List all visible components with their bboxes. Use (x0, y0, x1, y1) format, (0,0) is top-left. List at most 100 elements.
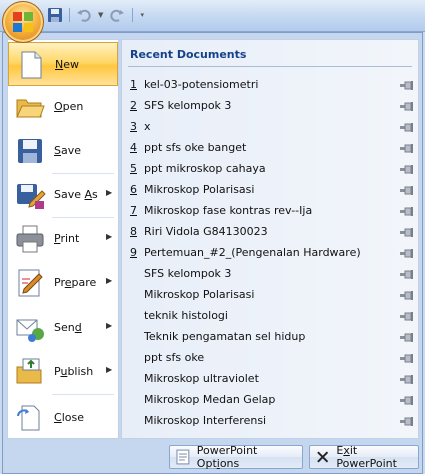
recent-document-item[interactable]: Mikroskop ultraviolet (122, 368, 418, 389)
document-name: Mikroskop Interferensi (144, 414, 267, 427)
menu-item-open[interactable]: Open (8, 85, 118, 129)
pin-icon[interactable] (400, 374, 414, 384)
menu-item-label: Send (54, 321, 82, 334)
pin-icon[interactable] (400, 332, 414, 342)
recent-document-item[interactable]: 7 Mikroskop fase kontras rev--Ija (122, 200, 418, 221)
document-name: Mikroskop Medan Gelap (144, 393, 276, 406)
pin-icon[interactable] (400, 185, 414, 195)
recent-document-item[interactable]: Teknik pengamatan sel hidup (122, 326, 418, 347)
menu-item-label: New (55, 58, 79, 71)
document-name: Pertemuan_#2_(Pengenalan Hardware) (144, 246, 361, 259)
pin-icon[interactable] (400, 395, 414, 405)
document-name: Mikroskop Polarisasi (144, 183, 255, 196)
recent-documents-title: Recent Documents (130, 48, 247, 61)
recent-document-item[interactable]: 1 kel-03-potensiometri (122, 74, 418, 95)
command-list: New Open Save Save As ▶ Print ▶ Prepare ▶ Send ▶ Pu… (7, 39, 119, 439)
pin-icon[interactable] (400, 80, 414, 90)
exit-label: Exit PowerPoint (336, 444, 418, 470)
menu-item-label: Save (54, 144, 82, 157)
submenu-arrow-icon: ▶ (106, 188, 113, 197)
document-number: 3 (130, 120, 137, 133)
exit-x-icon (317, 451, 329, 463)
printer-icon (14, 223, 46, 255)
document-number: 4 (130, 141, 137, 154)
powerpoint-options-button[interactable]: PowerPoint Options (169, 444, 303, 470)
document-name: teknik histologi (144, 309, 228, 322)
recent-document-item[interactable]: 8 Riri Vidola G84130023 (122, 221, 418, 242)
redo-icon (110, 9, 124, 22)
prepare-pen-icon (14, 267, 46, 299)
office-button[interactable] (2, 1, 44, 43)
menu-footer: PowerPoint Options Exit PowerPoint (3, 441, 422, 473)
recent-document-item[interactable]: 4 ppt sfs oke banget (122, 137, 418, 158)
pin-icon[interactable] (400, 290, 414, 300)
submenu-arrow-icon: ▶ (106, 321, 113, 330)
customize-toolbar-icon[interactable]: ▾ (138, 11, 146, 19)
recent-document-item[interactable]: 5 ppt mikroskop cahaya (122, 158, 418, 179)
menu-item-print[interactable]: Print ▶ (8, 217, 118, 261)
pin-icon[interactable] (400, 164, 414, 174)
undo-dropdown-arrow[interactable]: ▼ (97, 11, 105, 19)
toolbar-separator (131, 8, 133, 22)
pin-icon[interactable] (400, 416, 414, 426)
document-name: ppt sfs oke banget (144, 141, 247, 154)
office-menu: New Open Save Save As ▶ Print ▶ Prepare ▶ Send ▶ Pu… (2, 32, 423, 474)
document-name: x (144, 120, 151, 133)
pin-icon[interactable] (400, 227, 414, 237)
new-document-icon (15, 49, 47, 81)
menu-item-publish[interactable]: Publish ▶ (8, 350, 118, 394)
redo-button[interactable] (109, 6, 126, 24)
menu-item-new[interactable]: New (8, 42, 118, 86)
document-name: Mikroskop fase kontras rev--Ija (144, 204, 313, 217)
document-name: ppt sfs oke (144, 351, 205, 364)
menu-item-label: Print (54, 232, 80, 245)
recent-document-item[interactable]: ppt sfs oke (122, 347, 418, 368)
open-folder-icon (14, 91, 46, 123)
recent-documents-pane: Recent Documents 1 kel-03-potensiometri 2 S… (121, 39, 419, 439)
pin-icon[interactable] (400, 269, 414, 279)
document-name: Riri Vidola G84130023 (144, 225, 268, 238)
menu-item-label: Prepare (54, 276, 97, 289)
pin-icon[interactable] (400, 122, 414, 132)
document-number: 9 (130, 246, 137, 259)
undo-button[interactable] (76, 6, 93, 24)
pin-icon[interactable] (400, 143, 414, 153)
pin-icon[interactable] (400, 101, 414, 111)
document-name: SFS kelompok 3 (144, 99, 232, 112)
options-label: PowerPoint Options (197, 444, 302, 470)
pin-icon[interactable] (400, 311, 414, 321)
menu-item-send[interactable]: Send ▶ (8, 306, 118, 350)
recent-document-item[interactable]: Mikroskop Medan Gelap (122, 389, 418, 410)
pin-icon[interactable] (400, 248, 414, 258)
pin-icon[interactable] (400, 353, 414, 363)
office-logo-icon (13, 12, 33, 32)
recent-document-item[interactable]: teknik histologi (122, 305, 418, 326)
document-number: 6 (130, 183, 137, 196)
toolbar-separator (69, 8, 70, 22)
recent-document-item[interactable]: 3x (122, 116, 418, 137)
menu-item-prepare[interactable]: Prepare ▶ (8, 261, 118, 305)
save-quick-button[interactable] (46, 6, 63, 24)
menu-item-label: Close (54, 411, 84, 424)
document-name: Mikroskop Polarisasi (144, 288, 255, 301)
recent-document-item[interactable]: Mikroskop Polarisasi (122, 284, 418, 305)
menu-divider (52, 394, 114, 395)
menu-item-close[interactable]: Close (8, 396, 118, 440)
menu-item-label: Open (54, 100, 84, 113)
document-number: 7 (130, 204, 137, 217)
menu-item-save[interactable]: Save (8, 129, 118, 173)
recent-document-item[interactable]: 2 SFS kelompok 3 (122, 95, 418, 116)
exit-powerpoint-button[interactable]: Exit PowerPoint (309, 444, 419, 470)
options-icon (176, 449, 190, 465)
document-name: Teknik pengamatan sel hidup (144, 330, 306, 343)
menu-item-label: Publish (54, 365, 94, 378)
recent-document-item[interactable]: SFS kelompok 3 (122, 263, 418, 284)
close-folder-icon (14, 402, 46, 434)
menu-item-save-as[interactable]: Save As ▶ (8, 173, 118, 217)
undo-icon (77, 9, 92, 22)
recent-document-item[interactable]: 6 Mikroskop Polarisasi (122, 179, 418, 200)
menu-item-label: Save As (54, 188, 98, 201)
recent-document-item[interactable]: 9 Pertemuan_#2_(Pengenalan Hardware) (122, 242, 418, 263)
pin-icon[interactable] (400, 206, 414, 216)
recent-document-item[interactable]: Mikroskop Interferensi (122, 410, 418, 431)
